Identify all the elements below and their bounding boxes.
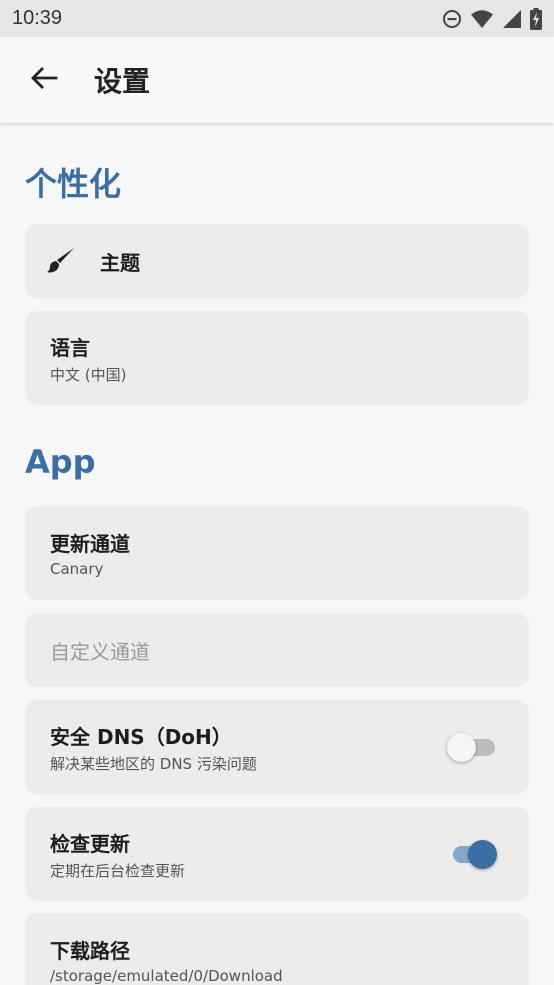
toggle-thumb — [447, 733, 476, 762]
brush-icon — [46, 246, 76, 276]
arrow-back-icon — [30, 66, 58, 94]
status-bar: 10:39 — [0, 0, 554, 37]
toggle-thumb — [468, 840, 497, 869]
page-title: 设置 — [94, 65, 151, 98]
do-not-disturb-icon — [442, 9, 462, 29]
update-channel-value: Canary — [50, 560, 104, 578]
back-button[interactable] — [18, 54, 70, 106]
theme-label: 主题 — [100, 250, 140, 275]
theme-setting[interactable]: 主题 — [25, 224, 529, 298]
download-path-label: 下载路径 — [50, 939, 130, 963]
check-updates-label: 检查更新 — [50, 831, 130, 856]
battery-charging-icon — [530, 7, 542, 30]
update-channel-setting[interactable]: 更新通道 Canary — [25, 506, 529, 600]
section-title-personalization: 个性化 — [25, 165, 122, 203]
secure-dns-label: 安全 DNS（DoH） — [50, 724, 232, 749]
language-value: 中文 (中国) — [50, 365, 127, 384]
status-icons — [442, 7, 542, 30]
check-updates-description: 定期在后台检查更新 — [50, 861, 186, 880]
download-path-setting[interactable]: 下载路径 /storage/emulated/0/Download — [25, 913, 529, 985]
check-updates-toggle[interactable] — [447, 838, 499, 870]
language-label: 语言 — [50, 335, 90, 360]
section-title-app: App — [25, 443, 96, 481]
check-updates-setting[interactable]: 检查更新 定期在后台检查更新 — [25, 807, 529, 901]
download-path-value: /storage/emulated/0/Download — [50, 967, 283, 985]
wifi-icon — [470, 9, 494, 29]
secure-dns-description: 解决某些地区的 DNS 污染问题 — [50, 754, 257, 773]
custom-channel-label: 自定义通道 — [50, 639, 150, 664]
secure-dns-toggle[interactable] — [447, 731, 499, 763]
signal-icon — [502, 9, 522, 29]
update-channel-label: 更新通道 — [50, 532, 130, 556]
app-bar: 设置 — [0, 37, 554, 123]
language-setting[interactable]: 语言 中文 (中国) — [25, 311, 529, 405]
custom-channel-setting[interactable]: 自定义通道 — [25, 613, 529, 687]
secure-dns-setting[interactable]: 安全 DNS（DoH） 解决某些地区的 DNS 污染问题 — [25, 700, 529, 794]
status-time: 10:39 — [12, 7, 63, 29]
